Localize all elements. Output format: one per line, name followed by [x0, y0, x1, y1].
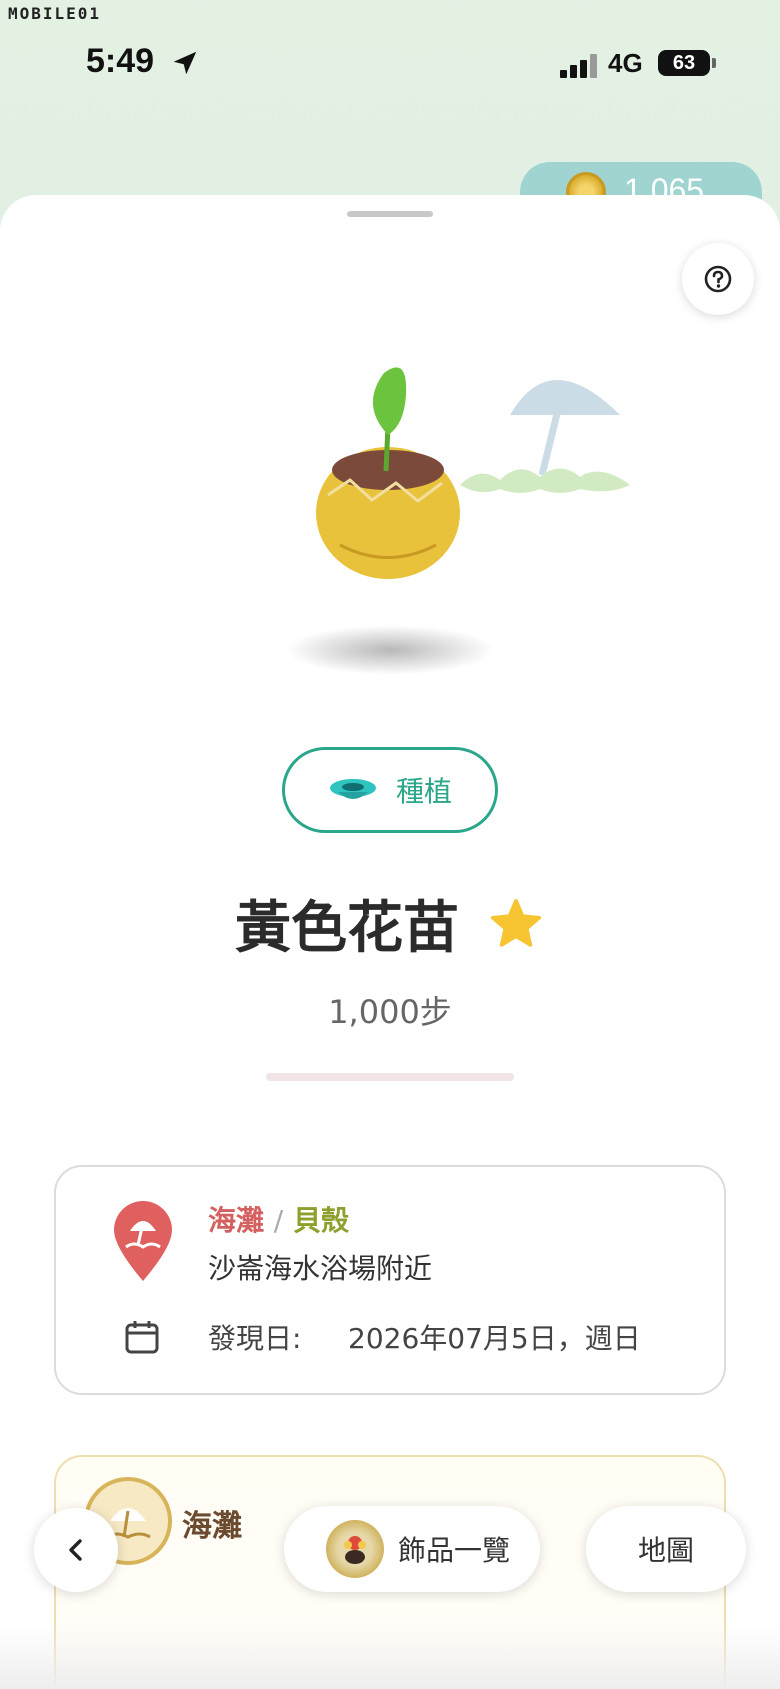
location-arrow-icon [173, 51, 197, 75]
question-icon [704, 265, 732, 293]
calendar-icon [125, 1321, 159, 1354]
found-date-value: 2026年07月5日，週日 [348, 1322, 641, 1355]
item-title: 黃色花苗 [235, 896, 459, 961]
beach-umbrella-icon [460, 380, 630, 493]
location-card: 海灘 / 貝殼 沙崙海水浴場附近 發現日: 2026年07月5日，週日 [54, 1165, 726, 1395]
signal-icon [560, 54, 597, 78]
pot-icon [329, 779, 376, 799]
network-type: 4G [608, 48, 643, 78]
battery-icon: 63 [658, 50, 710, 76]
location-tags: 海灘 / 貝殼 [208, 1199, 349, 1239]
battery-tip [712, 58, 716, 68]
category-chip[interactable]: 種植 [282, 747, 498, 833]
status-bar: 5:49 4G 63 [0, 40, 780, 90]
chevron-left-icon [69, 1539, 82, 1561]
pot-shadow [285, 625, 495, 675]
map-label: 地圖 [637, 1534, 694, 1567]
clock: 5:49 [86, 42, 155, 80]
type-tag[interactable]: 貝殼 [293, 1204, 349, 1237]
collection-label: 飾品一覽 [398, 1534, 511, 1567]
area-tag[interactable]: 海灘 [208, 1204, 264, 1237]
item-title-row: 黃色花苗 [0, 883, 780, 964]
step-count: 1,000步 [328, 993, 452, 1031]
help-button[interactable] [682, 243, 754, 315]
area-name: 海灘 [182, 1509, 242, 1544]
collection-badge-icon [326, 1520, 384, 1578]
bottom-fade [0, 1625, 780, 1689]
divider [266, 1073, 514, 1081]
map-button[interactable]: 地圖 [586, 1506, 746, 1592]
collection-button[interactable]: 飾品一覽 [284, 1506, 540, 1592]
star-icon[interactable] [487, 896, 545, 952]
tag-separator: / [273, 1204, 284, 1237]
found-date-label: 發現日: [208, 1322, 302, 1355]
watermark: MOBILE01 [8, 4, 102, 23]
beach-pin-icon [114, 1201, 172, 1281]
category-label: 種植 [395, 775, 452, 808]
place-name: 沙崙海水浴場附近 [208, 1252, 433, 1285]
sheet-handle[interactable] [347, 211, 433, 217]
item-detail-sheet: 種植 黃色花苗 1,000步 海灘 / 貝殼 沙崙海水浴場附近 發現日: 202… [0, 195, 780, 1689]
back-button[interactable] [34, 1508, 118, 1592]
